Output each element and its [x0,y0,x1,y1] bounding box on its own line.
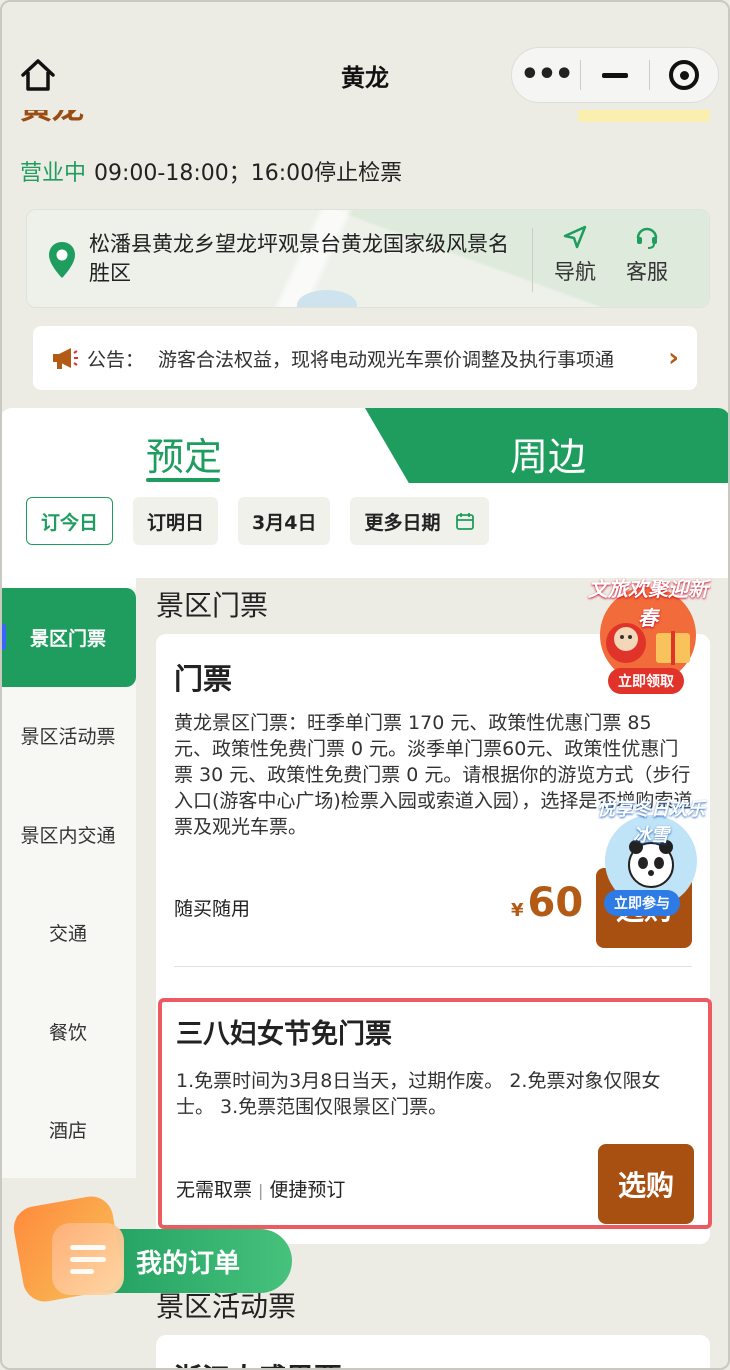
promo-claim-button[interactable]: 立即领取 [608,668,684,694]
sidebar-item-transport[interactable]: 交通 [0,884,136,983]
megaphone-icon [53,348,78,369]
location-pin-icon [47,240,77,280]
special-ticket-description: 1.免票时间为3月8日当天，过期作废。 2.免票对象仅限女士。 3.免票范围仅限… [176,1070,661,1118]
announcement-bar[interactable]: 公告： 游客合法权益，现将电动观光车票价调整及执行事项通 › [33,326,697,390]
chevron-right-icon[interactable]: › [668,343,679,373]
ticket-name: 门票 [174,662,233,696]
minimize-icon[interactable] [581,48,649,102]
activity-ticket-card-partial[interactable]: 浙江人感恩票 [156,1335,710,1370]
section-title-tickets: 景区门票 [156,589,269,622]
sidebar-item-tickets[interactable]: 景区门票 [0,588,136,687]
sidebar-item-dining[interactable]: 餐饮 [0,982,136,1081]
navigate-button[interactable]: 导航 [545,224,605,286]
my-orders-button[interactable]: 我的订单 [10,1193,292,1305]
date-tomorrow-chip[interactable]: 订明日 [133,497,219,545]
close-target-icon[interactable] [650,48,718,102]
sidebar-item-inner-transport[interactable]: 景区内交通 [0,785,136,884]
notice-label: 公告： [87,348,145,371]
address-text: 松潘县黄龙乡望龙坪观景台黄龙国家级风景名胜区 [89,232,509,285]
calendar-icon [455,513,474,530]
badge-partial [578,108,710,122]
notice-text: 游客合法权益，现将电动观光车票价调整及执行事项通 [158,348,615,371]
more-icon[interactable]: ••• [512,48,580,102]
ticket-tag: 随买随用 [174,898,251,920]
status-open: 营业中 [20,161,87,186]
customer-service-button[interactable]: 客服 [617,224,677,286]
special-ticket-tags: 无需取票 | 便捷预订 [176,1179,346,1201]
tab-around[interactable]: 周边 [365,408,730,483]
date-today-chip[interactable]: 订今日 [26,497,114,545]
headset-icon [636,227,658,249]
special-ticket-name: 三八妇女节免门票 [176,1019,392,1050]
special-ticket-card[interactable]: 三八妇女节免门票 1.免票时间为3月8日当天，过期作废。 2.免票对象仅限女士。… [158,998,712,1229]
category-sidebar: 景区门票 景区活动票 景区内交通 交通 餐饮 酒店 [0,588,136,1178]
new-year-promo[interactable]: 文旅欢聚迎新春 立即领取 [586,573,710,698]
winter-promo[interactable]: 悦享冬日欢乐冰雪 立即参与 [592,795,710,920]
buy-special-button[interactable]: 选购 [598,1144,694,1224]
opening-hours: 营业中 09:00-18:00；16:00停止检票 [20,155,402,187]
date-selector: 订今日 订明日 3月4日 更多日期 [26,497,489,545]
sidebar-item-activity-tickets[interactable]: 景区活动票 [0,687,136,786]
sidebar-item-hotel[interactable]: 酒店 [0,1081,136,1180]
ticket-price: ¥60 [511,880,584,926]
hours-text: 09:00-18:00；16:00停止检票 [94,161,403,186]
mini-program-capsule: ••• [511,47,719,103]
promo-join-button[interactable]: 立即参与 [604,890,680,916]
more-dates-chip[interactable]: 更多日期 [350,497,489,545]
tab-book[interactable]: 预定 [146,426,222,481]
address-card[interactable]: 松潘县黄龙乡望龙坪观景台黄龙国家级风景名胜区 导航 客服 [26,209,710,308]
top-bar: 黄龙 ••• [0,0,730,110]
date-specific-chip[interactable]: 3月4日 [238,497,331,545]
navigation-arrow-icon [563,225,587,249]
tab-active-indicator [146,478,220,482]
